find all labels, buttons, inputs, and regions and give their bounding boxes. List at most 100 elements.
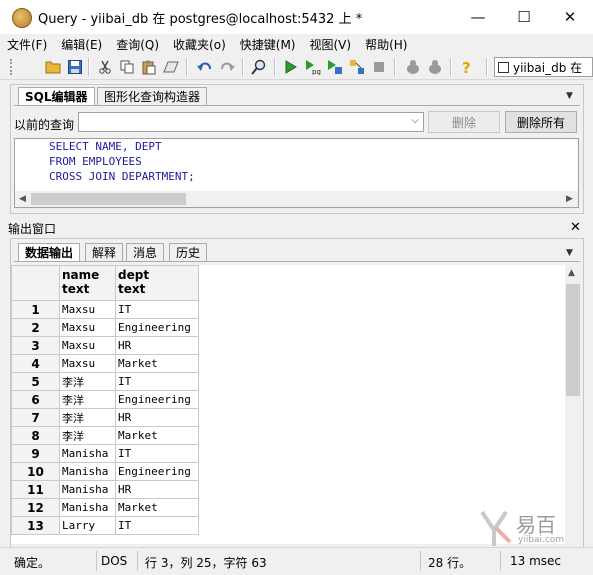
cell-dept[interactable]: IT	[115, 516, 199, 535]
commit-icon[interactable]	[404, 58, 422, 76]
sql-editor[interactable]: SELECT NAME, DEPT FROM EMPLOYEES CROSS J…	[14, 138, 579, 208]
menu-favourites[interactable]: 收藏夹(o)	[166, 36, 233, 53]
cell-name[interactable]: Manisha	[59, 444, 116, 463]
cell-name[interactable]: Maxsu	[59, 336, 116, 355]
maximize-button[interactable]: ☐	[501, 0, 547, 34]
panel-menu-arrow-icon[interactable]: ▼	[566, 91, 573, 101]
cell-name[interactable]: Maxsu	[59, 300, 116, 319]
status-row-count: 28 行。	[428, 556, 472, 570]
table-row[interactable]: 4 Maxsu Market	[11, 354, 199, 373]
tab-messages[interactable]: 消息	[126, 243, 165, 261]
save-icon[interactable]	[66, 58, 84, 76]
menu-file[interactable]: 文件(F)	[0, 36, 54, 53]
table-row[interactable]: 1 Maxsu IT	[11, 300, 199, 319]
column-type: text	[62, 282, 90, 296]
undo-icon[interactable]	[196, 58, 214, 76]
row-number: 2	[11, 318, 60, 337]
menu-macros[interactable]: 快捷键(M)	[233, 36, 303, 53]
close-button[interactable]: ✕	[547, 0, 593, 34]
cell-name[interactable]: 李洋	[59, 390, 116, 409]
cell-dept[interactable]: Market	[115, 354, 199, 373]
cell-name[interactable]: Maxsu	[59, 354, 116, 373]
cell-dept[interactable]: Market	[115, 498, 199, 517]
open-file-icon[interactable]	[44, 58, 62, 76]
row-number: 13	[11, 516, 60, 535]
table-row[interactable]: 5 李洋 IT	[11, 372, 199, 391]
cell-name[interactable]: Manisha	[59, 480, 116, 499]
table-row[interactable]: 12 Manisha Market	[11, 498, 199, 517]
output-menu-arrow-icon[interactable]: ▼	[566, 248, 573, 258]
toolbar-separator	[88, 58, 90, 76]
status-bar: 确定。 DOS 行 3，列 25，字符 63 28 行。 13 msec	[0, 547, 593, 575]
cell-dept[interactable]: IT	[115, 300, 199, 319]
cell-name[interactable]: 李洋	[59, 372, 116, 391]
status-separator	[500, 551, 501, 571]
close-output-icon[interactable]: ✕	[570, 220, 581, 235]
execute-to-file-icon[interactable]	[326, 58, 344, 76]
table-row[interactable]: 13 Larry IT	[11, 516, 199, 535]
cell-dept[interactable]: HR	[115, 336, 199, 355]
cell-dept[interactable]: HR	[115, 480, 199, 499]
editor-horizontal-scrollbar[interactable]: ◀ ▶	[15, 191, 578, 207]
cell-name[interactable]: Manisha	[59, 462, 116, 481]
table-row[interactable]: 10 Manisha Engineering	[11, 462, 199, 481]
menu-edit[interactable]: 编辑(E)	[54, 36, 109, 53]
delete-button[interactable]: 删除	[428, 111, 500, 133]
column-header-name[interactable]: name text	[59, 265, 116, 301]
table-row[interactable]: 8 李洋 Market	[11, 426, 199, 445]
table-row[interactable]: 7 李洋 HR	[11, 408, 199, 427]
cell-dept[interactable]: IT	[115, 444, 199, 463]
rollback-icon[interactable]	[426, 58, 444, 76]
table-row[interactable]: 11 Manisha HR	[11, 480, 199, 499]
execute-pgscript-icon[interactable]: pg	[304, 58, 322, 76]
scrollbar-thumb[interactable]	[31, 193, 186, 205]
cell-dept[interactable]: Engineering	[115, 462, 199, 481]
cell-dept[interactable]: Engineering	[115, 318, 199, 337]
menu-view[interactable]: 视图(V)	[302, 36, 358, 53]
cell-name[interactable]: 李洋	[59, 426, 116, 445]
cell-name[interactable]: Maxsu	[59, 318, 116, 337]
cell-name[interactable]: 李洋	[59, 408, 116, 427]
table-row[interactable]: 6 李洋 Engineering	[11, 390, 199, 409]
tab-sql-editor[interactable]: SQL编辑器	[18, 87, 95, 105]
cell-dept[interactable]: IT	[115, 372, 199, 391]
table-row[interactable]: 2 Maxsu Engineering	[11, 318, 199, 337]
paste-icon[interactable]	[140, 58, 158, 76]
tab-history[interactable]: 历史	[169, 243, 208, 261]
minimize-button[interactable]: —	[455, 0, 501, 34]
menu-query[interactable]: 查询(Q)	[109, 36, 166, 53]
tab-graphical-query-builder[interactable]: 图形化查询构造器	[97, 87, 208, 105]
cell-name[interactable]: Manisha	[59, 498, 116, 517]
tab-data-output[interactable]: 数据输出	[18, 243, 81, 261]
cell-name[interactable]: Larry	[59, 516, 116, 535]
results-body: 1 Maxsu IT 2 Maxsu Engineering 3 Maxsu HR 4 Maxsu M…	[11, 300, 199, 535]
scroll-left-icon[interactable]: ◀	[19, 194, 26, 204]
find-icon[interactable]	[250, 58, 268, 76]
connection-selector[interactable]: yiibai_db 在	[494, 57, 593, 77]
table-row[interactable]: 3 Maxsu HR	[11, 336, 199, 355]
cancel-query-icon[interactable]	[370, 58, 388, 76]
tab-explain[interactable]: 解释	[85, 243, 124, 261]
copy-icon[interactable]	[118, 58, 136, 76]
scroll-up-icon[interactable]: ▲	[568, 268, 575, 278]
data-output-grid[interactable]: name text dept text 1 Maxsu IT 2 Maxsu Engine…	[11, 265, 565, 544]
scroll-right-icon[interactable]: ▶	[566, 194, 573, 204]
cut-icon[interactable]	[96, 58, 114, 76]
column-header-dept[interactable]: dept text	[115, 265, 199, 301]
table-row[interactable]: 9 Manisha IT	[11, 444, 199, 463]
cell-dept[interactable]: HR	[115, 408, 199, 427]
eraser-icon[interactable]	[162, 58, 180, 76]
execute-icon[interactable]	[282, 58, 300, 76]
explain-icon[interactable]	[348, 58, 366, 76]
row-number: 1	[11, 300, 60, 319]
help-icon[interactable]: ?	[458, 58, 476, 76]
redo-icon[interactable]	[218, 58, 236, 76]
cell-dept[interactable]: Market	[115, 426, 199, 445]
previous-query-select[interactable]: ⌵	[78, 112, 424, 132]
delete-all-button[interactable]: 删除所有	[505, 111, 577, 133]
toolbar-separator	[242, 58, 244, 76]
scrollbar-thumb[interactable]	[566, 284, 580, 396]
cell-dept[interactable]: Engineering	[115, 390, 199, 409]
watermark-logo: 易百 yiibai.com	[478, 508, 588, 548]
menu-help[interactable]: 帮助(H)	[358, 36, 414, 53]
